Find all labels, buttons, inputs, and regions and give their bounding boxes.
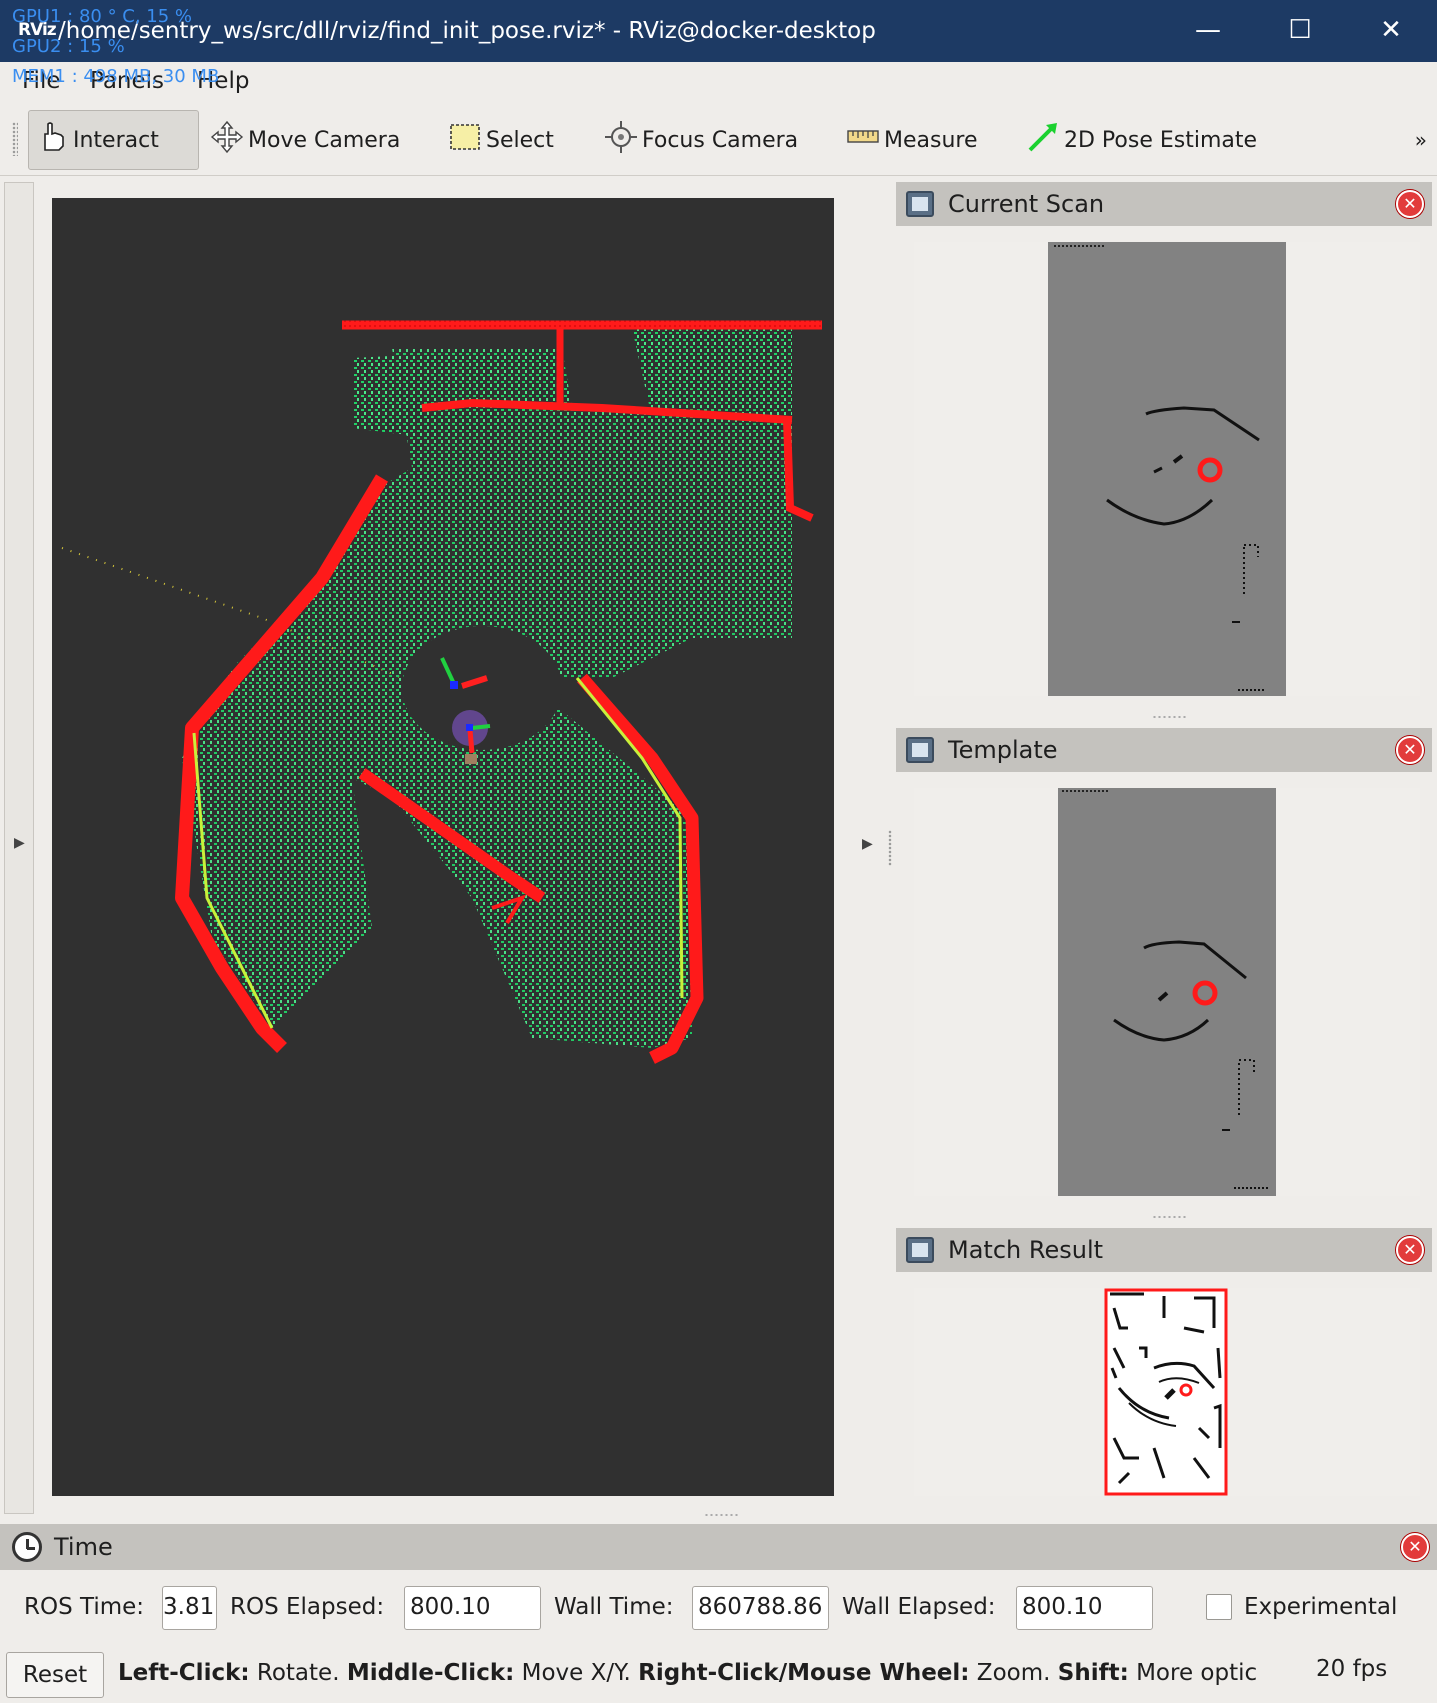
- tool-2d-pose-estimate-label: 2D Pose Estimate: [1064, 127, 1258, 153]
- match-result-image-view: [914, 1288, 1420, 1496]
- close-time-panel-icon[interactable]: ✕: [1401, 1533, 1429, 1561]
- tool-2d-pose-estimate[interactable]: 2D Pose Estimate: [1020, 110, 1263, 170]
- status-bar: Reset Left-Click: Rotate. Middle-Click: …: [0, 1646, 1437, 1703]
- close-template-icon[interactable]: ✕: [1396, 736, 1424, 764]
- green-arrow-icon: [1026, 120, 1060, 160]
- tool-interact-label: Interact: [73, 127, 159, 153]
- gpu1-readout: GPU1 : 80 ° C, 15 %: [12, 6, 193, 27]
- point-cloud-visualization: [61, 320, 822, 1064]
- memory-readout: MEM1 : 498 MB, 30 MB: [12, 66, 220, 87]
- left-dock-collapsed[interactable]: ▶: [4, 182, 34, 1514]
- wall-elapsed-label: Wall Elapsed:: [842, 1594, 996, 1620]
- match-result-panel-header: Match Result ✕: [896, 1228, 1432, 1272]
- tool-move-camera-label: Move Camera: [248, 127, 401, 153]
- template-title: Template: [948, 736, 1058, 764]
- template-image: [1058, 788, 1276, 1196]
- wall-elapsed-field[interactable]: 800.10: [1016, 1586, 1153, 1630]
- tool-select-label: Select: [486, 127, 554, 153]
- render-3d-view[interactable]: [52, 198, 834, 1496]
- tool-focus-camera[interactable]: Focus Camera: [598, 110, 804, 170]
- left-click-key: Left-Click:: [118, 1660, 250, 1686]
- close-current-scan-icon[interactable]: ✕: [1396, 190, 1424, 218]
- splitter-handle[interactable]: [888, 830, 892, 866]
- tools-toolbar: Interact Move Camera Select Focus Camera…: [0, 102, 1437, 176]
- tool-measure[interactable]: Measure: [840, 110, 984, 170]
- gpu2-readout: GPU2 : 15 %: [12, 36, 125, 57]
- shift-text: More optic: [1128, 1660, 1258, 1686]
- shift-key: Shift:: [1057, 1660, 1129, 1686]
- tool-select[interactable]: Select: [442, 110, 560, 170]
- panel-splitter-1[interactable]: [1152, 715, 1186, 719]
- fps-readout: 20 fps: [1316, 1656, 1388, 1682]
- image-panel-icon: [906, 191, 934, 217]
- select-box-icon: [448, 120, 482, 160]
- wall-time-field[interactable]: 860788.86: [692, 1586, 829, 1630]
- tool-move-camera[interactable]: Move Camera: [204, 110, 406, 170]
- right-click-key: Right-Click/Mouse Wheel:: [638, 1660, 970, 1686]
- maximize-button[interactable]: ☐: [1275, 10, 1325, 50]
- status-help-text: Left-Click: Rotate. Middle-Click: Move X…: [118, 1660, 1298, 1686]
- current-scan-title: Current Scan: [948, 190, 1105, 218]
- ros-elapsed-field[interactable]: 800.10: [404, 1586, 541, 1630]
- clock-icon: [12, 1532, 42, 1562]
- collapse-right-arrow-icon[interactable]: ▶: [862, 836, 873, 852]
- window-titlebar: RViz /home/sentry_ws/src/dll/rviz/find_i…: [0, 0, 1437, 62]
- main-splitter[interactable]: [704, 1513, 738, 1517]
- time-fields-row: ROS Time: 3.81 ROS Elapsed: 800.10 Wall …: [0, 1578, 1437, 1638]
- hand-pointer-icon: [35, 120, 69, 160]
- toolbar-grip[interactable]: [12, 122, 18, 156]
- middle-click-key: Middle-Click:: [346, 1660, 515, 1686]
- current-scan-image-view: [914, 242, 1420, 696]
- reset-button[interactable]: Reset: [6, 1652, 104, 1698]
- tool-measure-label: Measure: [884, 127, 978, 153]
- tool-focus-camera-label: Focus Camera: [642, 127, 799, 153]
- image-panel-icon: [906, 1237, 934, 1263]
- ros-time-label: ROS Time:: [24, 1594, 145, 1620]
- current-scan-image: [1048, 242, 1286, 696]
- wall-time-label: Wall Time:: [554, 1594, 674, 1620]
- template-image-view: [914, 788, 1420, 1196]
- image-panel-icon: [906, 737, 934, 763]
- crosshair-icon: [604, 120, 638, 160]
- ruler-icon: [846, 120, 880, 160]
- experimental-label: Experimental: [1244, 1594, 1398, 1620]
- toolbar-overflow-button[interactable]: »: [1415, 128, 1427, 152]
- ros-elapsed-label: ROS Elapsed:: [230, 1594, 385, 1620]
- match-result-title: Match Result: [948, 1236, 1104, 1264]
- match-result-image: [1104, 1288, 1228, 1496]
- template-panel-header: Template ✕: [896, 728, 1432, 772]
- right-click-text: Zoom.: [969, 1660, 1058, 1686]
- left-click-text: Rotate.: [249, 1660, 347, 1686]
- current-scan-panel-header: Current Scan ✕: [896, 182, 1432, 226]
- experimental-checkbox[interactable]: [1206, 1594, 1232, 1620]
- time-panel-header: Time ✕: [0, 1524, 1437, 1570]
- ros-time-field[interactable]: 3.81: [162, 1586, 217, 1630]
- minimize-button[interactable]: —: [1183, 10, 1233, 50]
- middle-click-text: Move X/Y.: [514, 1660, 639, 1686]
- panel-splitter-2[interactable]: [1152, 1215, 1186, 1219]
- expand-left-arrow-icon[interactable]: ▶: [14, 835, 25, 851]
- close-match-result-icon[interactable]: ✕: [1396, 1236, 1424, 1264]
- tool-interact[interactable]: Interact: [28, 110, 199, 170]
- close-window-button[interactable]: ✕: [1366, 10, 1416, 50]
- time-panel-title: Time: [54, 1533, 113, 1561]
- move-arrows-icon: [210, 120, 244, 160]
